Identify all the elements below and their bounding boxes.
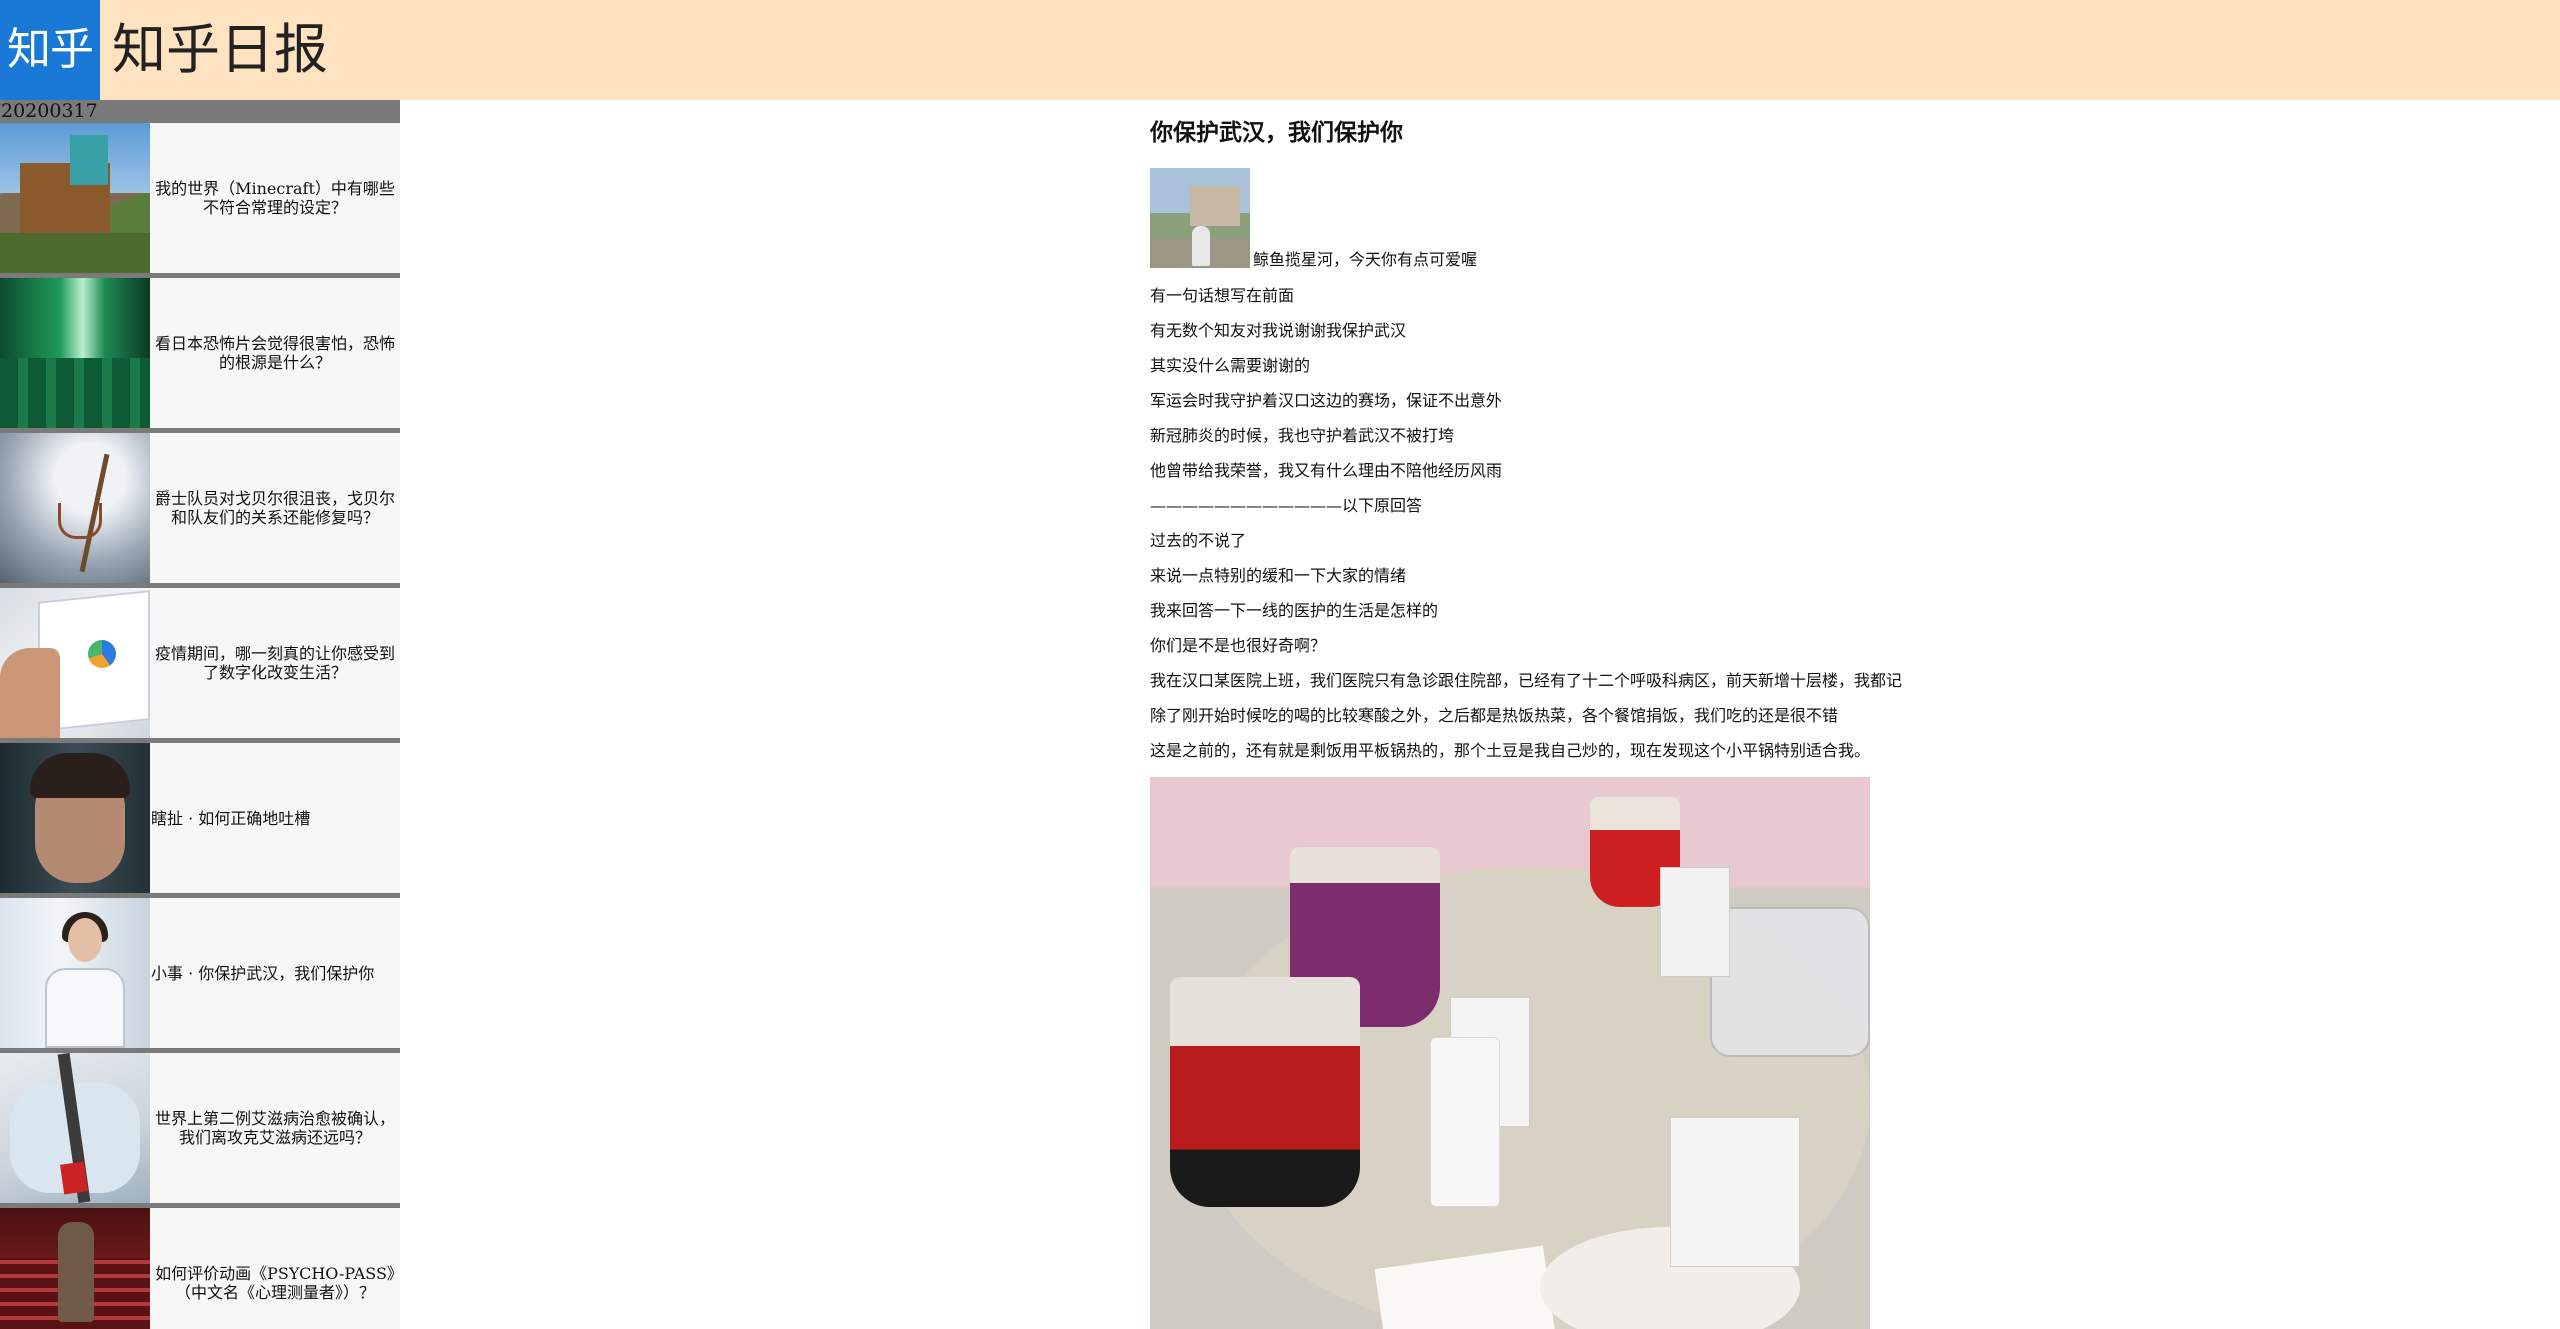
story-title: 爵士队员对戈贝尔很沮丧，戈贝尔和队友们的关系还能修复吗？ xyxy=(154,489,395,527)
story-item-digital-life[interactable]: 疫情期间，哪一刻真的让你感受到了数字化改变生活？ xyxy=(0,588,400,738)
story-item-aids-cure[interactable]: 世界上第二例艾滋病治愈被确认，我们离攻克艾滋病还远吗？ xyxy=(0,1053,400,1203)
author-name: 鲸鱼揽星河，今天你有点可爱喔 xyxy=(1253,250,1478,269)
story-item-jazz-gobert[interactable]: 爵士队员对戈贝尔很沮丧，戈贝尔和队友们的关系还能修复吗？ xyxy=(0,433,400,583)
zhihu-logo[interactable]: 知乎 xyxy=(0,0,100,100)
story-list: 我的世界（Minecraft）中有哪些不符合常理的设定？ 看日本恐怖片会觉得很害… xyxy=(0,123,400,1329)
story-item-xiache[interactable]: 瞎扯 · 如何正确地吐槽 xyxy=(0,743,400,893)
article-title: 你保护武汉，我们保护你 xyxy=(1150,119,1403,146)
story-item-psycho-pass[interactable]: 如何评价动画《PSYCHO-PASS》（中文名《心理测量者》）？ xyxy=(0,1208,400,1329)
article-paragraph: 其实没什么需要谢谢的 xyxy=(1150,356,1311,375)
story-title: 如何评价动画《PSYCHO-PASS》（中文名《心理测量者》）？ xyxy=(155,1264,395,1302)
article-paragraph: 有一句话想写在前面 xyxy=(1150,286,1295,305)
story-item-minecraft[interactable]: 我的世界（Minecraft）中有哪些不符合常理的设定？ xyxy=(0,123,400,273)
story-item-protect-wuhan[interactable]: 小事 · 你保护武汉，我们保护你 xyxy=(0,898,400,1048)
story-title: 我的世界（Minecraft）中有哪些不符合常理的设定？ xyxy=(155,179,395,217)
nurse-portrait-thumbnail xyxy=(0,898,150,1048)
meal-on-table-photo xyxy=(1150,777,1870,1329)
minecraft-rider-thumbnail xyxy=(0,123,150,273)
green-train-interior-thumbnail xyxy=(0,278,150,428)
article-paragraph: 过去的不说了 xyxy=(1150,531,1247,550)
app-title: 知乎日报 xyxy=(112,18,328,81)
article-paragraph: 我在汉口某医院上班，我们医院只有急诊跟住院部，已经有了十二个呼吸科病区，前天新增… xyxy=(1150,671,1903,690)
article-paragraph: 除了刚开始时候吃的喝的比较寒酸之外，之后都是热饭热菜，各个餐馆捐饭，我们吃的还是… xyxy=(1150,706,1839,725)
article-paragraph: 你们是不是也很好奇啊？ xyxy=(1150,636,1327,655)
anime-theater-thumbnail xyxy=(0,1208,150,1329)
story-title: 瞎扯 · 如何正确地吐槽 xyxy=(151,808,311,828)
tablet-chart-thumbnail xyxy=(0,588,150,738)
story-title: 世界上第二例艾滋病治愈被确认，我们离攻克艾滋病还远吗？ xyxy=(154,1109,395,1147)
article-paragraph: 来说一点特别的缓和一下大家的情绪 xyxy=(1150,566,1407,585)
app-header: 知乎 知乎日报 xyxy=(0,0,2560,100)
article-separator: ————————————以下原回答 xyxy=(1150,496,1423,515)
article-paragraph: 新冠肺炎的时候，我也守护着武汉不被打垮 xyxy=(1150,426,1455,445)
story-title: 疫情期间，哪一刻真的让你感受到了数字化改变生活？ xyxy=(154,644,395,682)
man-with-glasses-thumbnail xyxy=(0,743,150,893)
story-title: 小事 · 你保护武汉，我们保护你 xyxy=(151,963,375,983)
date-label: 20200317 xyxy=(0,100,400,123)
article-paragraph: 有无数个知友对我说谢谢我保护武汉 xyxy=(1150,321,1407,340)
story-title: 看日本恐怖片会觉得很害怕，恐怖的根源是什么？ xyxy=(154,334,395,372)
story-item-horror-film[interactable]: 看日本恐怖片会觉得很害怕，恐怖的根源是什么？ xyxy=(0,278,400,428)
basketball-hoop-thumbnail xyxy=(0,433,150,583)
author-avatar[interactable] xyxy=(1150,168,1250,268)
test-tube-thumbnail xyxy=(0,1053,150,1203)
article-paragraph: 这是之前的，还有就是剩饭用平板锅热的，那个土豆是我自己炒的，现在发现这个小平锅特… xyxy=(1150,741,1871,760)
article-paragraph: 军运会时我守护着汉口这边的赛场，保证不出意外 xyxy=(1150,391,1503,410)
article-paragraph: 他曾带给我荣誉，我又有什么理由不陪他经历风雨 xyxy=(1150,461,1503,480)
article-paragraph: 我来回答一下一线的医护的生活是怎样的 xyxy=(1150,601,1439,620)
